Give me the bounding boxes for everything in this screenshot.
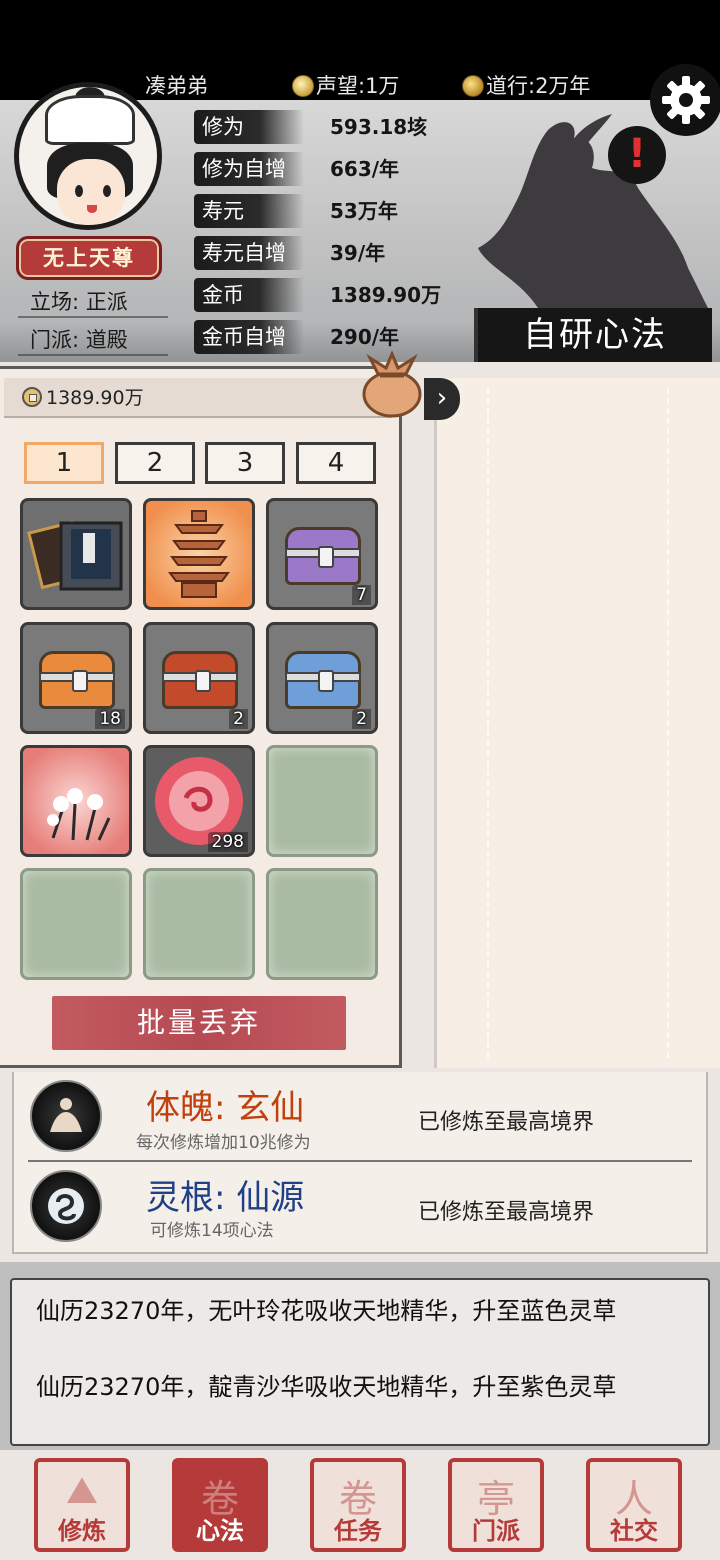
inventory-slot[interactable] [143,498,255,610]
stat-label-gold-rate: 金币自增 [194,320,304,354]
spirit-root-subtitle: 可修炼14项心法 [150,1221,274,1241]
inventory-coin-display: 1389.90万 [22,384,144,412]
inventory-slot[interactable] [20,498,132,610]
bag-icon[interactable] [356,348,428,420]
reputation-text: 声望:1万 [316,74,400,98]
item-count: 298 [207,832,248,852]
sect-label: 门派: 道殿 [30,328,128,352]
reputation-display: 声望:1万 [292,72,399,100]
spirit-root-status: 已修炼至最高境界 [418,1200,595,1225]
nav-quest[interactable]: 卷 任务 [310,1458,406,1552]
bag-tab-1[interactable]: 1 [24,442,104,484]
daoxing-text: 道行:2万年 [486,74,591,98]
status-bar [0,0,720,72]
stat-value-gold: 1389.90万 [330,283,442,307]
inventory-slot[interactable]: 18 [20,622,132,734]
stat-label-cultivation-rate: 修为自增 [194,152,304,186]
inventory-slot[interactable]: 7 [266,498,378,610]
inventory-slot[interactable]: 2 [266,622,378,734]
stat-label-gold: 金币 [194,278,304,312]
nav-technique[interactable]: 卷 心法 [172,1458,268,1552]
empty-slot[interactable] [266,868,378,980]
nav-label: 修炼 [58,1517,106,1545]
stat-value-cultivation-rate: 663/年 [330,157,400,181]
alert-icon[interactable]: ! [608,126,666,184]
avatar[interactable] [14,82,162,230]
item-count: 2 [352,709,371,729]
purple-chest-icon [285,527,361,585]
log-line: 仙历23270年，靛青沙华吸收天地精华，升至紫色灵草 [36,1373,617,1401]
empty-slot[interactable] [266,745,378,857]
inventory-slot[interactable] [20,745,132,857]
daoxing-display: 道行:2万年 [462,72,590,100]
bag-tab-2[interactable]: 2 [115,442,195,484]
blue-chest-icon [285,651,361,709]
bag-tab-4[interactable]: 4 [296,442,376,484]
log-line: 仙历23270年，无叶玲花吸收天地精华，升至蓝色灵草 [36,1297,617,1325]
nav-label: 任务 [334,1517,382,1545]
reputation-coin-icon [292,75,314,97]
coin-icon [22,387,42,407]
nav-cultivate[interactable]: ⛰ 修炼 [34,1458,130,1552]
empty-slot[interactable] [20,868,132,980]
mountain-icon: ⛰ [66,1468,98,1512]
body-realm-status: 已修炼至最高境界 [418,1110,595,1135]
nav-social[interactable]: 人 社交 [586,1458,682,1552]
spirit-root-title: 灵根: 仙源 [146,1178,305,1218]
nav-label: 门派 [472,1517,520,1545]
body-realm-subtitle: 每次修炼增加10兆修为 [136,1133,311,1153]
character-silhouette [478,108,708,308]
nav-label: 心法 [196,1517,244,1545]
stance-label: 立场: 正派 [30,290,128,314]
stat-value-lifespan-rate: 39/年 [330,241,386,265]
cultivation-panel [12,1072,708,1254]
inventory-slot[interactable]: 298 [143,745,255,857]
batch-discard-button[interactable]: 批量丢弃 [52,996,346,1050]
divider [18,354,168,356]
spirit-root-icon [30,1170,102,1242]
body-realm-title: 体魄: 玄仙 [146,1088,305,1128]
stat-label-lifespan: 寿元 [194,194,304,228]
bag-tab-3[interactable]: 3 [205,442,285,484]
divider [18,316,168,318]
title-badge: 无上天尊 [16,236,162,280]
body-meditation-icon [30,1080,102,1152]
empty-slot[interactable] [143,868,255,980]
divider [28,1160,692,1162]
item-count: 18 [95,709,125,729]
inventory-coin-value: 1389.90万 [46,387,144,409]
nav-label: 社交 [610,1517,658,1545]
detail-panel [434,378,720,1068]
item-count: 2 [229,709,248,729]
inventory-slot[interactable]: 2 [143,622,255,734]
nav-sect[interactable]: 亭 门派 [448,1458,544,1552]
stat-label-cultivation: 修为 [194,110,304,144]
stat-value-lifespan: 53万年 [330,199,398,223]
stat-label-lifespan-rate: 寿元自增 [194,236,304,270]
stat-value-cultivation: 593.18垓 [330,115,428,139]
item-count: 7 [352,585,371,605]
red-gold-chest-icon [162,651,238,709]
player-name: 凑弟弟 [145,74,208,98]
yin-yang-icon [462,75,484,97]
self-research-button[interactable]: 自研心法 [474,308,712,362]
orange-chest-icon [39,651,115,709]
